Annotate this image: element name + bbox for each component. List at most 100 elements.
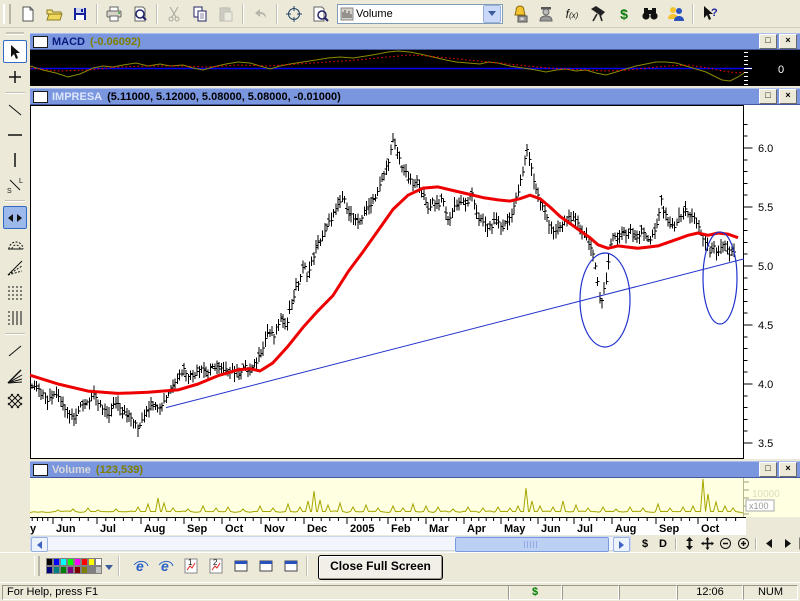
palette-swatch[interactable] (60, 558, 67, 566)
chevron-left-icon (37, 541, 42, 549)
fibonacci-fan-button[interactable] (3, 256, 27, 279)
report-1-button[interactable]: 1 (178, 554, 203, 578)
pan-button[interactable] (698, 536, 716, 552)
close-button[interactable]: × (779, 34, 797, 49)
volume-plot[interactable]: 10000x100 (30, 478, 800, 517)
palette-swatch[interactable] (60, 566, 67, 574)
zoom-out-button[interactable] (716, 536, 734, 552)
scrollbar-left-button[interactable] (31, 537, 48, 552)
help-pointer-button[interactable]: ? (698, 3, 722, 25)
chart-list-button[interactable] (796, 536, 800, 552)
window-layout-2-button[interactable] (253, 554, 278, 578)
horizontal-line-button[interactable] (3, 123, 27, 146)
new-document-button[interactable] (16, 3, 40, 25)
trendline-down-button[interactable] (3, 98, 27, 121)
palette-swatch[interactable] (81, 558, 88, 566)
status-time: 12:06 (677, 585, 743, 600)
bottom-icons: ee12 (128, 554, 303, 578)
print-button[interactable] (102, 3, 126, 25)
scrollbar-right-button[interactable] (613, 537, 630, 552)
semilog-button[interactable]: SL (3, 173, 27, 196)
palette-swatch[interactable] (53, 566, 60, 574)
palette-swatch[interactable] (95, 558, 102, 566)
copy-button[interactable] (188, 3, 212, 25)
daily-period-button[interactable]: D (654, 536, 672, 552)
macd-plot[interactable]: 0 (30, 50, 800, 86)
window-layout-3-button[interactable] (278, 554, 303, 578)
toolbar-grip[interactable] (3, 4, 11, 24)
speed-lines-button[interactable] (3, 364, 27, 387)
macd-zero-label: 0 (778, 64, 784, 76)
indicator-dropdown[interactable]: Volume (337, 4, 503, 24)
crosshair-button[interactable] (3, 65, 27, 88)
toolbar-grip[interactable] (34, 556, 40, 576)
trendline-up-button[interactable] (3, 339, 27, 362)
palette-swatch[interactable] (67, 558, 74, 566)
vertical-line-button[interactable] (3, 148, 27, 171)
undo-button[interactable] (248, 3, 272, 25)
explorer-button[interactable] (586, 3, 610, 25)
palette-swatch[interactable] (95, 566, 102, 574)
open-folder-button[interactable] (42, 3, 66, 25)
palette-swatch[interactable] (53, 558, 60, 566)
zoom-in-button[interactable] (734, 536, 752, 552)
alert-button[interactable] (508, 3, 532, 25)
system-tester-button[interactable] (664, 3, 688, 25)
print-preview-button[interactable] (128, 3, 152, 25)
month-label: Sep (187, 523, 207, 535)
price-plot[interactable]: 6.05.55.04.54.03.5 (30, 105, 800, 459)
paste-button[interactable] (214, 3, 238, 25)
month-label: Feb (391, 523, 411, 535)
month-label: y (30, 523, 37, 535)
close-button[interactable]: × (779, 462, 797, 477)
toolbar-grip[interactable] (6, 32, 24, 35)
palette-more-button[interactable] (103, 561, 115, 573)
chevron-down-icon (488, 11, 496, 16)
crosshatch-button[interactable] (3, 389, 27, 412)
palette-swatch[interactable] (81, 566, 88, 574)
maximize-button[interactable]: □ (759, 34, 777, 49)
status-currency: $ (508, 585, 562, 600)
scrollbar-thumb[interactable] (455, 537, 609, 552)
macd-pane-titlebar[interactable]: MACD (-0.06092) □ × (30, 33, 800, 50)
expert-advisor-button[interactable] (534, 3, 558, 25)
maximize-button[interactable]: □ (759, 89, 777, 104)
zoom-page-button[interactable] (308, 3, 332, 25)
price-pane-titlebar[interactable]: IMPRESA (5.11000, 5.12000, 5.08000, 5.08… (30, 88, 800, 105)
options-dollar-button[interactable]: $ (612, 3, 636, 25)
fit-vertical-button[interactable] (680, 536, 698, 552)
close-button[interactable]: × (779, 89, 797, 104)
volume-pane-titlebar[interactable]: Volume (123,539) □ × (30, 461, 800, 478)
fibonacci-arcs-button[interactable] (3, 231, 27, 254)
palette-swatch[interactable] (46, 566, 53, 574)
palette-swatch[interactable] (67, 566, 74, 574)
close-full-screen-button[interactable]: Close Full Screen (318, 555, 443, 580)
chart-browser-alt-button[interactable]: e (153, 554, 178, 578)
palette-swatch[interactable] (74, 566, 81, 574)
window-layout-1-button[interactable] (228, 554, 253, 578)
indicator-builder-button[interactable]: f(x) (560, 3, 584, 25)
month-label: Jul (100, 523, 116, 535)
toolbar-separator (755, 538, 757, 550)
refresh-dollar-button[interactable]: $ (636, 536, 654, 552)
month-label: Sep (659, 523, 679, 535)
palette-swatch[interactable] (46, 558, 53, 566)
crosshair-target-button[interactable] (282, 3, 306, 25)
scroll-arrows-button[interactable] (3, 206, 27, 229)
pointer-button[interactable] (3, 40, 27, 63)
cut-button[interactable] (162, 3, 186, 25)
page-left-button[interactable] (760, 536, 778, 552)
palette-swatch[interactable] (88, 558, 95, 566)
palette-swatch[interactable] (88, 566, 95, 574)
maximize-button[interactable]: □ (759, 462, 777, 477)
save-button[interactable] (68, 3, 92, 25)
chart-browser-button[interactable]: e (128, 554, 153, 578)
find-button[interactable] (638, 3, 662, 25)
horizontal-scrollbar[interactable] (30, 536, 631, 551)
report-2-button[interactable]: 2 (203, 554, 228, 578)
page-right-button[interactable] (778, 536, 796, 552)
dropdown-arrow-button[interactable] (483, 5, 501, 23)
palette-swatch[interactable] (74, 558, 81, 566)
fibonacci-retracement-button[interactable] (3, 281, 27, 304)
fibonacci-timezones-button[interactable] (3, 306, 27, 329)
